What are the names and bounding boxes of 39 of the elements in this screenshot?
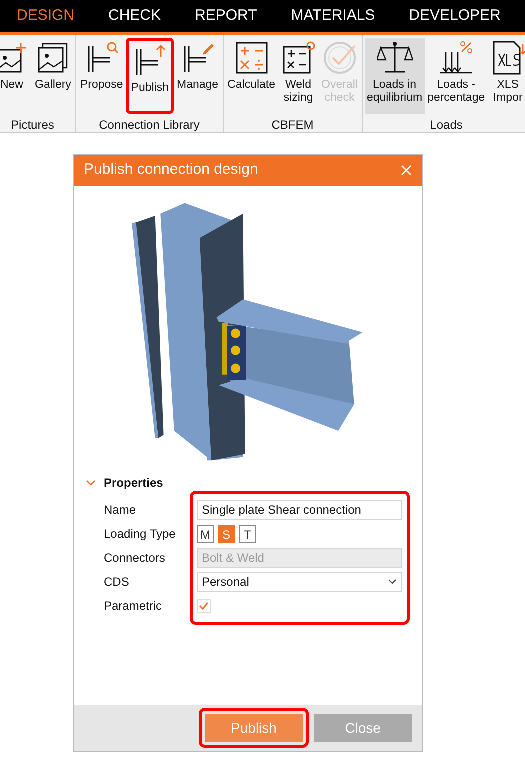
field-label: Name	[104, 502, 138, 519]
group-label: Connection Library	[98, 117, 201, 132]
scales-icon	[376, 40, 413, 76]
chevron-down-icon	[388, 579, 397, 585]
section-heading: Properties	[104, 475, 164, 492]
ribbon-button[interactable]: Loads in equilibrium	[364, 38, 425, 114]
ribbon-button[interactable]: Publish	[126, 38, 174, 114]
cds-dropdown[interactable]: Personal	[197, 572, 402, 592]
field-label: Parametric	[104, 598, 164, 615]
field-label: Connectors	[104, 550, 166, 567]
dialog-title: Publish connection design	[84, 160, 258, 180]
field-label: Loading Type	[104, 526, 177, 543]
load-arrows-icon	[438, 40, 474, 76]
ribbon-button[interactable]: Manage	[175, 38, 221, 114]
calculator-icon	[234, 40, 270, 76]
ribbon-button[interactable]: Calculate	[226, 38, 278, 114]
field-label: CDS	[104, 574, 130, 591]
group-label: Loads	[429, 117, 464, 132]
tab[interactable]: CHECK	[92, 0, 178, 32]
loading-type-toggle[interactable]: M	[197, 525, 214, 543]
check-circle-icon	[322, 40, 358, 76]
group-label: CBFEM	[270, 117, 315, 132]
parametric-checkbox[interactable]	[197, 599, 211, 613]
weld-calculator-icon	[280, 40, 317, 76]
checkmark-icon	[199, 602, 209, 610]
tab[interactable]: MATERIALS	[274, 0, 392, 32]
chevron-icon[interactable]	[86, 480, 96, 486]
name-field[interactable]: Single plate Shear connection	[197, 500, 402, 520]
ribbon-button[interactable]: Gallery	[33, 38, 74, 114]
ribbon-button[interactable]: Loads - percentage	[426, 38, 488, 114]
group-label: Pictures	[10, 117, 56, 132]
tab[interactable]: DEVELOPER	[392, 0, 518, 32]
ribbon-button[interactable]: Weld sizing	[278, 38, 319, 114]
close-icon[interactable]	[401, 165, 412, 176]
ribbon-button[interactable]: New	[0, 38, 32, 114]
ribbon-button[interactable]: XLS Impor	[488, 38, 525, 114]
ribbon-button[interactable]: Propose	[78, 38, 126, 114]
loading-type-toggle[interactable]: T	[239, 525, 256, 543]
tab[interactable]: REPORT	[178, 0, 274, 32]
